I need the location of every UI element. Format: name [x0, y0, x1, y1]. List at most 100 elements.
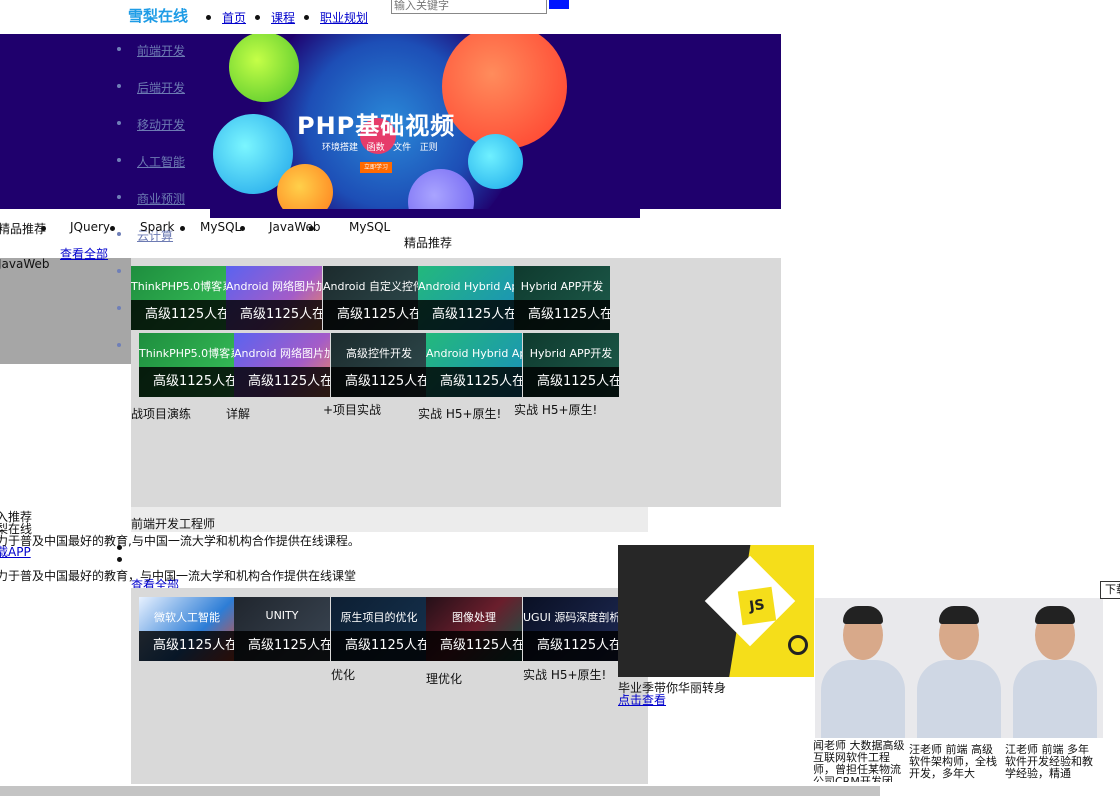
- teacher-shirt: [821, 660, 905, 738]
- nav-bullet: [255, 15, 260, 20]
- banner-bubble: [468, 134, 523, 189]
- course-card[interactable]: Android 网络图片加载框架详解高级1125人在学: [234, 333, 330, 397]
- download-app-link[interactable]: 载APP: [0, 543, 31, 560]
- banner-bubble: [229, 34, 299, 102]
- banner-shadow: [210, 209, 640, 218]
- course-thumb-title: Android 网络图片加载框架详解: [226, 280, 322, 293]
- nav-home[interactable]: 首页: [222, 9, 246, 26]
- course-card[interactable]: 原生项目的优化高级1125人在学: [331, 597, 427, 661]
- course-card[interactable]: 高级控件开发高级1125人在学: [331, 333, 427, 397]
- banner-cta-button[interactable]: 立即学习: [360, 162, 392, 173]
- side-menu-item[interactable]: 商业预测: [137, 190, 185, 207]
- footer-bar: [0, 786, 880, 796]
- nav-courses[interactable]: 课程: [271, 9, 295, 26]
- course-thumb-title: UNITY: [265, 609, 299, 622]
- download-button[interactable]: 下载: [1100, 581, 1120, 599]
- course-subtitle: 实战 H5+原生!: [514, 403, 598, 417]
- promo-link[interactable]: 点击查看: [618, 691, 666, 708]
- teacher-photo[interactable]: [911, 598, 1007, 738]
- teacher-shirt: [1013, 660, 1097, 738]
- course-caption: 高级1125人在学: [139, 631, 235, 661]
- side-menu-bullet: [117, 343, 121, 347]
- side-menu-item[interactable]: 移动开发: [137, 116, 185, 133]
- side-menu-bullet: [117, 121, 121, 125]
- course-thumb-title: ThinkPHP5.0博客系统实战: [131, 280, 227, 293]
- javaweb-label: JavaWeb: [0, 257, 50, 271]
- course-card[interactable]: Hybrid APP开发高级1125人在学: [514, 266, 610, 330]
- teacher-photo[interactable]: [815, 598, 911, 738]
- nav-bullet: [304, 15, 309, 20]
- course-thumb-title: 高级控件开发: [346, 347, 412, 360]
- course-card[interactable]: Hybrid APP开发高级1125人在学: [523, 333, 619, 397]
- course-card[interactable]: UGUI 源码深度剖析高级1125人在学: [523, 597, 619, 661]
- course-card[interactable]: 微软人工智能高级1125人在学: [139, 597, 235, 661]
- tag-item[interactable]: Spark: [140, 220, 174, 234]
- course-card[interactable]: UNITY 高级1125人在学: [234, 597, 330, 661]
- teacher-hair: [939, 606, 979, 624]
- course-caption: 高级1125人在学: [426, 367, 522, 397]
- side-menu-bullet: [117, 84, 121, 88]
- side-menu-bullet: [117, 158, 121, 162]
- course-caption: 高级1125人在学: [234, 631, 330, 661]
- side-menu-item[interactable]: 人工智能: [137, 153, 185, 170]
- course-caption: 高级1125人在学: [523, 631, 619, 661]
- course-subtitle: 实战 H5+原生!: [418, 407, 502, 421]
- tag-bullet: [240, 226, 245, 231]
- site-logo[interactable]: 雪梨在线: [128, 5, 188, 26]
- course-caption: 高级1125人在学: [139, 367, 235, 397]
- side-menu-item[interactable]: 后端开发: [137, 79, 185, 96]
- side-menu-bullet: [117, 47, 121, 51]
- course-thumb-title: 图像处理: [452, 611, 496, 624]
- teacher-photo[interactable]: [1007, 598, 1103, 738]
- tag-item[interactable]: JQuery: [70, 220, 110, 234]
- course-subtitle: 战项目演练: [131, 407, 192, 421]
- course-card[interactable]: Android Hybrid App开发实战高级1125人在学: [418, 266, 514, 330]
- nav-bullet: [206, 15, 211, 20]
- banner-subtitle: 环境搭建 函数 文件 正则: [322, 143, 438, 153]
- course-caption: 高级1125人在学: [418, 300, 514, 330]
- teacher-hair: [843, 606, 883, 624]
- tag-bullet: [180, 226, 185, 231]
- promo-js-badge: JS: [737, 586, 777, 626]
- side-menu-bullet: [117, 232, 121, 236]
- course-thumb-title: Hybrid APP开发: [520, 280, 604, 293]
- side-menu-item[interactable]: 前端开发: [137, 42, 185, 59]
- search-button[interactable]: [549, 0, 569, 9]
- course-thumb-title: Android 自定义控件: [323, 280, 419, 293]
- course-thumb-title: Hybrid APP开发: [529, 347, 613, 360]
- course-caption: 高级1125人在学: [323, 300, 419, 330]
- intro-text: 力于普及中国最好的教育,与中国一流大学和机构合作提供在线课程。: [0, 534, 360, 548]
- tag-bullet: [41, 226, 46, 231]
- banner-bubble: [442, 34, 567, 149]
- course-card[interactable]: Android Hybrid App开发实战高级1125人在学: [426, 333, 522, 397]
- course-thumb-title: Android 网络图片加载框架详解: [234, 347, 330, 360]
- course-subtitle: 详解: [226, 407, 251, 421]
- course-subtitle: 优化: [331, 668, 356, 682]
- tag-item[interactable]: MySQL: [349, 220, 390, 234]
- side-menu-bullet: [117, 195, 121, 199]
- quality-view-all-link[interactable]: 查看全部: [60, 245, 108, 262]
- teacher-desc: 江老师 前端 多年软件开发经验和教学经验，精通: [1005, 744, 1093, 780]
- quality-label-2: 精品推荐: [404, 236, 453, 250]
- course-subtitle: 实战 H5+原生!: [523, 668, 607, 682]
- course-caption: 高级1125人在学: [331, 367, 427, 397]
- section-title: 前端开发工程师: [131, 517, 216, 531]
- course-card[interactable]: ThinkPHP5.0博客系统实战高级1125人在学: [139, 333, 235, 397]
- course-card[interactable]: 图像处理高级1125人在学: [426, 597, 522, 661]
- course-caption: 高级1125人在学: [331, 631, 427, 661]
- course-thumb-title: 微软人工智能: [154, 611, 220, 624]
- tag-item[interactable]: MySQL: [200, 220, 241, 234]
- course-card[interactable]: Android 自定义控件高级1125人在学: [323, 266, 419, 330]
- course-thumb-title: Android Hybrid App开发实战: [418, 280, 514, 293]
- list-bullet: [117, 545, 122, 550]
- banner-title: PHP基础视频: [297, 112, 456, 140]
- course-card[interactable]: ThinkPHP5.0博客系统实战高级1125人在学: [131, 266, 227, 330]
- course-card[interactable]: Android 网络图片加载框架详解高级1125人在学: [226, 266, 322, 330]
- promo-card[interactable]: JS: [618, 545, 814, 677]
- nav-career[interactable]: 职业规划: [320, 9, 368, 26]
- search-input[interactable]: [391, 0, 547, 14]
- course-thumb-title: Android Hybrid App开发实战: [426, 347, 522, 360]
- side-menu-bullet: [117, 269, 121, 273]
- side-menu-bullet: [117, 306, 121, 310]
- course-thumb-title: UGUI 源码深度剖析: [523, 611, 619, 624]
